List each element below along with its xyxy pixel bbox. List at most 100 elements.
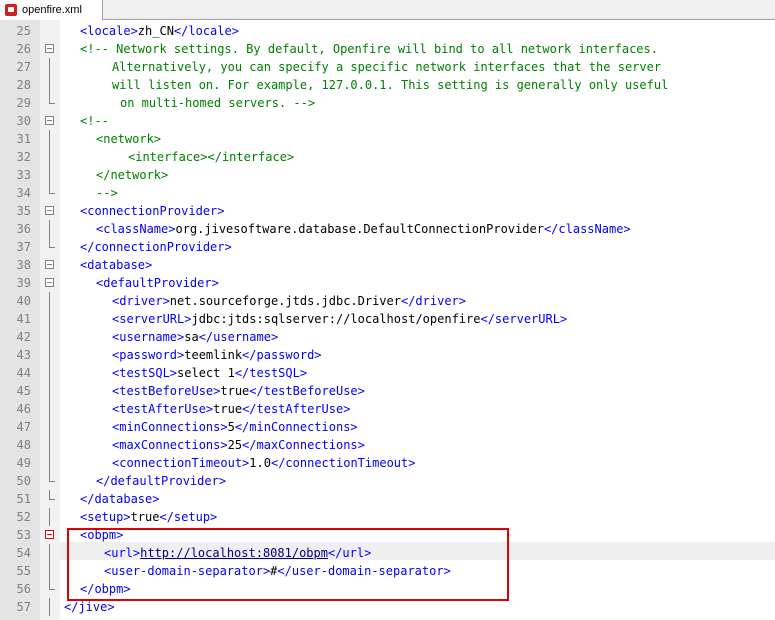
line-number: 53 (16, 528, 31, 542)
xml-tag: </connectionTimeout> (270, 456, 416, 470)
code-line[interactable]: 27 Alternatively, you can specify a speci… (0, 58, 775, 76)
code-text: <minConnections>5</minConnections> (112, 418, 358, 436)
code-line[interactable]: 50 </defaultProvider> (0, 472, 775, 490)
code-line[interactable]: 37 </connectionProvider> (0, 238, 775, 256)
fold-toggle-icon[interactable] (45, 530, 54, 539)
fold-guide (49, 382, 50, 400)
code-line[interactable]: 51 </database> (0, 490, 775, 508)
line-number: 50 (16, 474, 31, 488)
xml-tag: <testBeforeUse> (112, 384, 221, 398)
xml-tag: </locale> (173, 24, 239, 38)
tab-openfire-xml[interactable]: openfire.xml (0, 0, 103, 20)
line-number: 36 (16, 222, 31, 236)
code-text: <serverURL>jdbc:jtds:sqlserver://localho… (112, 310, 567, 328)
code-line[interactable]: 34 --> (0, 184, 775, 202)
line-number: 37 (16, 240, 31, 254)
code-line[interactable]: 31 <network> (0, 130, 775, 148)
xml-value: true (213, 402, 243, 416)
line-number: 41 (16, 312, 31, 326)
code-line[interactable]: 36 <className>org.jivesoftware.database.D… (0, 220, 775, 238)
code-line[interactable]: 41 <serverURL>jdbc:jtds:sqlserver://local… (0, 310, 775, 328)
code-text: Alternatively, you can specify a specifi… (112, 58, 661, 76)
line-number: 47 (16, 420, 31, 434)
fold-toggle-icon[interactable] (45, 116, 54, 125)
code-line[interactable]: 28 will listen on. For example, 127.0.0.1… (0, 76, 775, 94)
xml-value: select 1 (177, 366, 235, 380)
xml-tag: </driver> (400, 294, 467, 308)
fold-guide (49, 220, 50, 238)
tab-title: openfire.xml (22, 4, 82, 16)
code-line[interactable]: 52 <setup>true</setup> (0, 508, 775, 526)
xml-comment: on multi-homed servers. --> (120, 96, 316, 110)
xml-value: teemlink (184, 348, 243, 362)
fold-guide (49, 418, 50, 436)
fold-end-mark (49, 103, 55, 104)
line-number: 33 (16, 168, 31, 182)
xml-comment: will listen on. For example, 127.0.0.1. … (112, 78, 669, 92)
xml-comment: <interface></interface> (128, 150, 295, 164)
xml-tag: </testBeforeUse> (249, 384, 365, 398)
code-line[interactable]: 49 <connectionTimeout>1.0</connectionTime… (0, 454, 775, 472)
line-number: 48 (16, 438, 31, 452)
fold-guide (49, 328, 50, 346)
fold-toggle-icon[interactable] (45, 44, 54, 53)
xml-tag: </connectionProvider> (80, 240, 232, 254)
code-line[interactable]: 25 <locale>zh_CN</locale> (0, 22, 775, 40)
fold-guide (49, 310, 50, 328)
fold-toggle-icon[interactable] (45, 278, 54, 287)
code-line[interactable]: 42 <username>sa</username> (0, 328, 775, 346)
line-number: 29 (16, 96, 31, 110)
line-number: 56 (16, 582, 31, 596)
code-text: </connectionProvider> (80, 238, 232, 256)
line-number: 55 (16, 564, 31, 578)
code-line[interactable]: 46 <testAfterUse>true</testAfterUse> (0, 400, 775, 418)
code-line[interactable]: 39 <defaultProvider> (0, 274, 775, 292)
xml-tag: </password> (242, 348, 322, 362)
code-text: <connectionTimeout>1.0</connectionTimeou… (112, 454, 415, 472)
line-number: 27 (16, 60, 31, 74)
tab-bar: openfire.xml (0, 0, 775, 20)
fold-guide (49, 598, 50, 616)
code-text: <connectionProvider> (80, 202, 225, 220)
code-line[interactable]: 26 <!-- Network settings. By default, Ope… (0, 40, 775, 58)
code-line[interactable]: 33 </network> (0, 166, 775, 184)
code-text: <setup>true</setup> (80, 508, 217, 526)
xml-tag: <className> (96, 222, 176, 236)
code-line[interactable]: 47 <minConnections>5</minConnections> (0, 418, 775, 436)
xml-tag: </database> (80, 492, 160, 506)
fold-toggle-icon[interactable] (45, 206, 54, 215)
xml-value: 25 (227, 438, 243, 452)
fold-toggle-icon[interactable] (45, 260, 54, 269)
fold-end-mark (49, 193, 55, 194)
code-line[interactable]: 30 <!-- (0, 112, 775, 130)
code-editor[interactable]: 25 <locale>zh_CN</locale> 26 <!-- Network s… (0, 20, 775, 620)
fold-end-mark (49, 481, 55, 482)
xml-comment: </network> (96, 168, 169, 182)
code-line[interactable]: 40 <driver>net.sourceforge.jtds.jdbc.Driv… (0, 292, 775, 310)
code-line[interactable]: 45 <testBeforeUse>true</testBeforeUse> (0, 382, 775, 400)
code-line[interactable]: 35 <connectionProvider> (0, 202, 775, 220)
xml-tag: <serverURL> (112, 312, 192, 326)
code-line[interactable]: 38 <database> (0, 256, 775, 274)
code-line[interactable]: 29 on multi-homed servers. --> (0, 94, 775, 112)
xml-tag: <driver> (112, 294, 170, 308)
fold-end-mark (49, 589, 55, 590)
xml-tag: </setup> (159, 510, 218, 524)
code-text: <driver>net.sourceforge.jtds.jdbc.Driver… (112, 292, 466, 310)
xml-tag: </minConnections> (234, 420, 358, 434)
xml-tag: </username> (198, 330, 279, 344)
xml-value: org.jivesoftware.database.DefaultConnect… (175, 222, 544, 236)
code-text: <locale>zh_CN</locale> (80, 22, 239, 40)
code-text: <defaultProvider> (96, 274, 219, 292)
xml-tag: </serverURL> (480, 312, 568, 326)
code-text: <testBeforeUse>true</testBeforeUse> (112, 382, 365, 400)
code-text: <testAfterUse>true</testAfterUse> (112, 400, 350, 418)
xml-tag: <connectionProvider> (80, 204, 225, 218)
line-number: 57 (16, 600, 31, 614)
code-line[interactable]: 43 <password>teemlink</password> (0, 346, 775, 364)
code-line[interactable]: 32 <interface></interface> (0, 148, 775, 166)
code-line[interactable]: 44 <testSQL>select 1</testSQL> (0, 364, 775, 382)
line-number: 43 (16, 348, 31, 362)
fold-guide (49, 238, 50, 247)
code-line[interactable]: 48 <maxConnections>25</maxConnections> (0, 436, 775, 454)
